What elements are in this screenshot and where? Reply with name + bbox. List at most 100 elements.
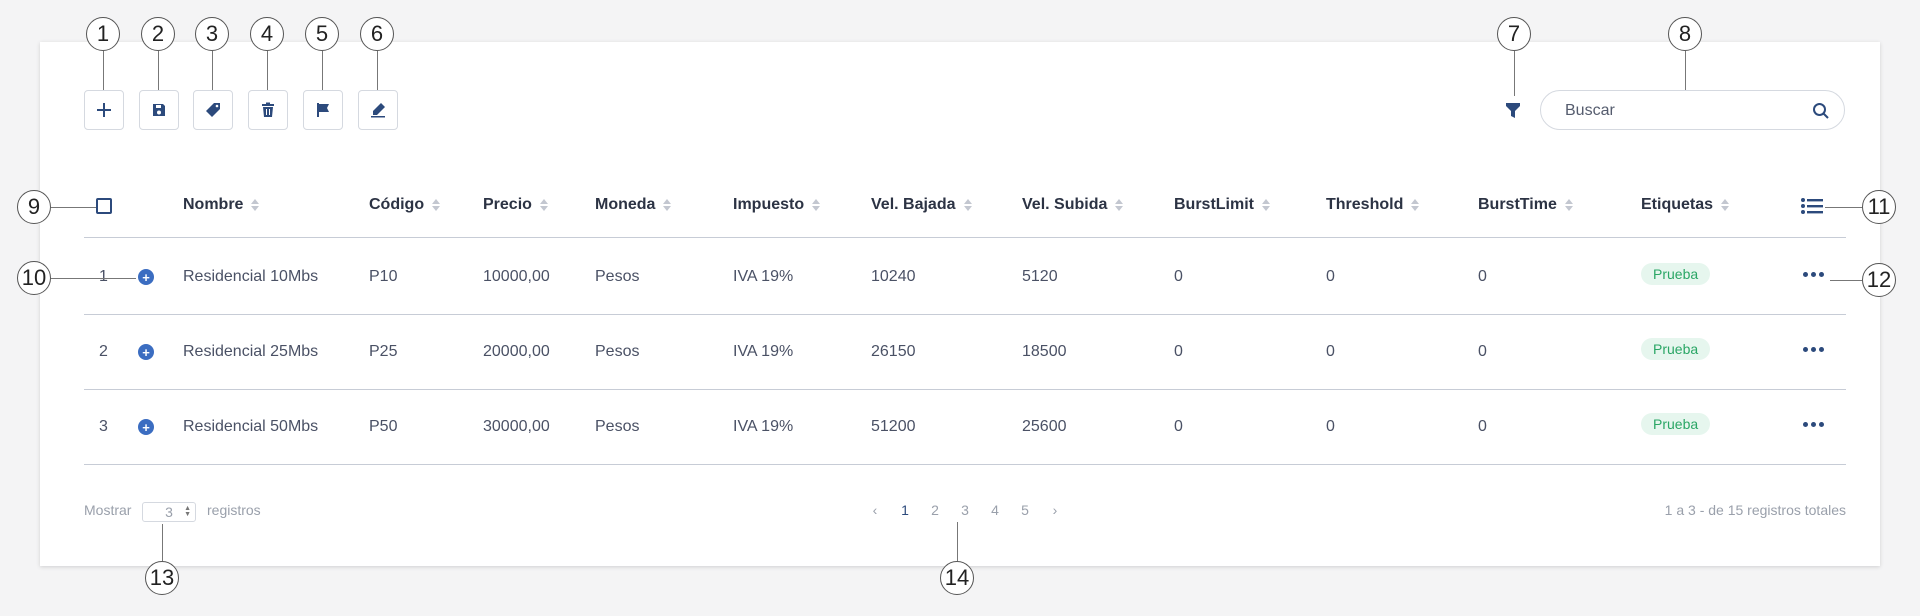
callout-marker: 8	[1668, 17, 1702, 51]
cell-codigo: P50	[369, 418, 398, 435]
search-icon[interactable]	[1812, 102, 1830, 120]
callout-line	[51, 278, 136, 279]
callout-marker: 13	[145, 561, 179, 595]
sort-icon	[663, 199, 672, 211]
floppy-disk-icon	[153, 104, 165, 116]
table-row: 2 + Residencial 25Mbs P25 20000,00 Pesos…	[84, 314, 1846, 390]
plus-icon	[97, 103, 111, 117]
sort-icon	[251, 199, 260, 211]
more-options-icon[interactable]	[1799, 339, 1827, 359]
next-page-icon[interactable]: ›	[1040, 502, 1070, 518]
cell-moneda: Pesos	[595, 343, 640, 360]
column-header-label: Vel. Subida	[1022, 196, 1108, 213]
cell-codigo: P10	[369, 268, 398, 285]
per-page-stepper[interactable]: 3 ▲ ▼	[142, 502, 196, 522]
page-1[interactable]: 1	[890, 502, 920, 518]
column-header[interactable]: BurstTime	[1478, 196, 1573, 214]
trash-icon	[262, 102, 274, 117]
column-header-label: BurstTime	[1478, 196, 1557, 213]
sort-icon	[963, 199, 972, 211]
records-summary: 1 a 3 - de 15 registros totales	[1664, 502, 1846, 518]
cell-vel-subida: 18500	[1022, 343, 1067, 360]
column-header[interactable]: Etiquetas	[1641, 196, 1730, 214]
more-options-icon[interactable]	[1799, 414, 1827, 434]
sort-icon	[812, 199, 821, 211]
callout-line	[957, 522, 958, 561]
table-row: 1 + Residencial 10Mbs P10 10000,00 Pesos…	[84, 239, 1846, 315]
callout-marker: 6	[360, 17, 394, 51]
column-header[interactable]: Nombre	[183, 196, 260, 214]
funnel-icon	[1506, 103, 1520, 118]
cell-impuesto: IVA 19%	[733, 343, 794, 360]
per-page-value: 3	[165, 504, 173, 520]
cell-bursttime: 0	[1478, 418, 1487, 435]
tag-button[interactable]	[193, 90, 233, 130]
edit-button[interactable]	[358, 90, 398, 130]
callout-marker: 1	[86, 17, 120, 51]
cell-precio: 30000,00	[483, 418, 550, 435]
column-header-label: Precio	[483, 196, 532, 213]
tag-badge: Prueba	[1641, 338, 1711, 360]
column-header[interactable]: Código	[369, 196, 441, 214]
sort-icon	[1721, 199, 1730, 211]
callout-marker: 10	[17, 261, 51, 295]
callout-marker: 2	[141, 17, 175, 51]
column-header-label: Código	[369, 196, 425, 213]
expand-row-icon[interactable]: +	[138, 344, 154, 360]
table-header: Nombre Código Precio Moneda Impuesto Vel…	[84, 186, 1846, 238]
column-header[interactable]: Moneda	[595, 196, 672, 214]
column-header[interactable]: BurstLimit	[1174, 196, 1270, 214]
callout-line	[103, 51, 104, 90]
cell-burstlimit: 0	[1174, 418, 1183, 435]
search-input[interactable]	[1565, 100, 1795, 122]
records-label: registros	[207, 502, 261, 518]
cell-moneda: Pesos	[595, 418, 640, 435]
column-header[interactable]: Vel. Subida	[1022, 196, 1124, 214]
cell-burstlimit: 0	[1174, 343, 1183, 360]
sort-icon	[1411, 199, 1420, 211]
stepper-arrows-icon[interactable]: ▲ ▼	[184, 505, 191, 518]
cell-precio: 20000,00	[483, 343, 550, 360]
sort-icon	[432, 199, 441, 211]
callout-marker: 4	[250, 17, 284, 51]
filter-button[interactable]	[1500, 98, 1526, 124]
page-2[interactable]: 2	[920, 502, 950, 518]
more-options-icon[interactable]	[1799, 264, 1827, 284]
sort-icon	[539, 199, 548, 211]
cell-threshold: 0	[1326, 343, 1335, 360]
callout-marker: 12	[1862, 263, 1896, 297]
cell-moneda: Pesos	[595, 268, 640, 285]
row-index: 1	[99, 268, 108, 285]
column-header-label: Etiquetas	[1641, 196, 1714, 213]
pagination: ‹ 1 2 3 4 5 ›	[860, 502, 1070, 518]
show-label: Mostrar	[84, 502, 132, 518]
cell-nombre: Residencial 10Mbs	[183, 268, 319, 285]
callout-line	[1830, 280, 1862, 281]
sort-icon	[1115, 199, 1124, 211]
column-list-icon[interactable]	[1801, 198, 1823, 214]
column-header[interactable]: Precio	[483, 196, 548, 214]
cell-vel-bajada: 10240	[871, 268, 916, 285]
page-3[interactable]: 3	[950, 502, 980, 518]
prev-page-icon[interactable]: ‹	[860, 502, 890, 518]
column-header[interactable]: Vel. Bajada	[871, 196, 972, 214]
page-4[interactable]: 4	[980, 502, 1010, 518]
cell-vel-bajada: 26150	[871, 343, 916, 360]
flag-button[interactable]	[303, 90, 343, 130]
cell-precio: 10000,00	[483, 268, 550, 285]
page-5[interactable]: 5	[1010, 502, 1040, 518]
column-header[interactable]: Threshold	[1326, 196, 1420, 214]
cell-burstlimit: 0	[1174, 268, 1183, 285]
save-button[interactable]	[139, 90, 179, 130]
column-header-label: Impuesto	[733, 196, 805, 213]
expand-row-icon[interactable]: +	[138, 269, 154, 285]
callout-line	[158, 51, 159, 90]
cell-codigo: P25	[369, 343, 398, 360]
flag-icon	[317, 103, 329, 117]
column-header[interactable]: Impuesto	[733, 196, 821, 214]
add-button[interactable]	[84, 90, 124, 130]
expand-row-icon[interactable]: +	[138, 419, 154, 435]
row-index: 2	[99, 343, 108, 360]
delete-button[interactable]	[248, 90, 288, 130]
cell-impuesto: IVA 19%	[733, 268, 794, 285]
